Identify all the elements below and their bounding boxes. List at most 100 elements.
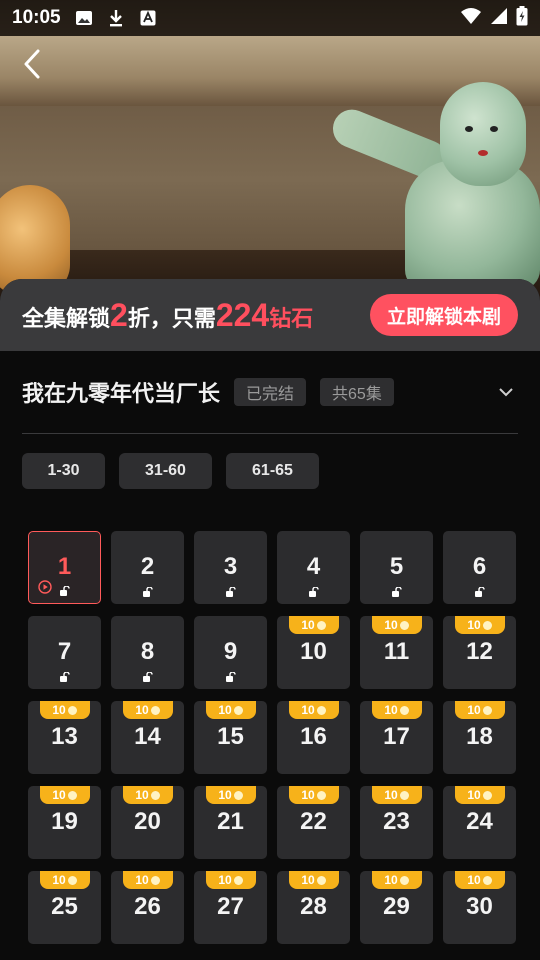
coin-price-badge: 10 xyxy=(205,701,256,719)
coin-price: 10 xyxy=(135,703,149,717)
promo-discount-suffix: 折，只需 xyxy=(127,305,216,331)
episode-number: 22 xyxy=(300,807,327,835)
video-player[interactable] xyxy=(0,0,540,300)
episode-25[interactable]: 25 10 xyxy=(28,871,101,944)
coin-icon xyxy=(482,620,492,630)
coin-price: 10 xyxy=(135,788,149,802)
coin-price-badge: 10 xyxy=(454,616,505,634)
coin-price-badge: 10 xyxy=(371,871,422,889)
episode-number: 6 xyxy=(472,552,487,580)
episode-10[interactable]: 10 10 xyxy=(277,616,350,689)
coin-price-badge: 10 xyxy=(454,701,505,719)
coin-price-badge: 10 xyxy=(371,786,422,804)
episode-number: 8 xyxy=(140,637,155,665)
episode-number: 4 xyxy=(306,552,321,580)
range-tab-31-60[interactable]: 31-60 xyxy=(119,453,212,489)
drama-header: 我在九零年代当厂长 已完结 共65集 xyxy=(22,374,518,410)
coin-price: 10 xyxy=(301,788,315,802)
coin-price: 10 xyxy=(52,703,66,717)
episode-26[interactable]: 26 10 xyxy=(111,871,184,944)
episode-number: 5 xyxy=(389,552,404,580)
episode-number: 13 xyxy=(51,722,78,750)
episode-30[interactable]: 30 10 xyxy=(443,871,516,944)
episode-13[interactable]: 13 10 xyxy=(28,701,101,774)
episode-4[interactable]: 4 xyxy=(277,531,350,604)
status-bar: 10:05 xyxy=(0,0,540,36)
episode-12[interactable]: 12 10 xyxy=(443,616,516,689)
episode-number: 29 xyxy=(383,892,410,920)
episode-number: 18 xyxy=(466,722,493,750)
playing-icon xyxy=(38,580,52,594)
coin-price-badge: 10 xyxy=(454,871,505,889)
episode-3[interactable]: 3 xyxy=(194,531,267,604)
promo-price: 224 xyxy=(215,296,270,333)
episode-1[interactable]: 1 xyxy=(28,531,101,604)
coin-icon xyxy=(316,790,326,800)
coin-price: 10 xyxy=(467,873,481,887)
coin-price: 10 xyxy=(301,873,315,887)
divider xyxy=(22,433,518,434)
coin-price: 10 xyxy=(467,618,481,632)
range-tab-61-65[interactable]: 61-65 xyxy=(226,453,319,489)
episode-number: 2 xyxy=(140,552,155,580)
range-tab-1-30[interactable]: 1-30 xyxy=(22,453,105,489)
episode-grid: 1 2 3 4 5 6 7 8 9 10 10 11 10 12 10 13 10 14 10 15 10 16 10 17 1… xyxy=(28,531,516,944)
episode-23[interactable]: 23 10 xyxy=(360,786,433,859)
episode-29[interactable]: 29 10 xyxy=(360,871,433,944)
episode-number: 27 xyxy=(217,892,244,920)
coin-price-badge: 10 xyxy=(122,871,173,889)
unlock-all-button[interactable]: 立即解锁本剧 xyxy=(370,294,518,336)
episode-9[interactable]: 9 xyxy=(194,616,267,689)
episode-14[interactable]: 14 10 xyxy=(111,701,184,774)
episode-21[interactable]: 21 10 xyxy=(194,786,267,859)
episode-24[interactable]: 24 10 xyxy=(443,786,516,859)
episode-5[interactable]: 5 xyxy=(360,531,433,604)
episode-27[interactable]: 27 10 xyxy=(194,871,267,944)
episode-number: 17 xyxy=(383,722,410,750)
coin-price-badge: 10 xyxy=(39,786,90,804)
episode-20[interactable]: 20 10 xyxy=(111,786,184,859)
coin-price: 10 xyxy=(467,788,481,802)
promo-prefix: 全集解锁 xyxy=(22,305,111,331)
coin-price: 10 xyxy=(218,873,232,887)
unlocked-icon xyxy=(142,672,153,682)
episode-2[interactable]: 2 xyxy=(111,531,184,604)
episode-number: 9 xyxy=(223,637,238,665)
episode-count-badge: 共65集 xyxy=(320,378,394,406)
episode-22[interactable]: 22 10 xyxy=(277,786,350,859)
coin-icon xyxy=(233,875,243,885)
episode-17[interactable]: 17 10 xyxy=(360,701,433,774)
episode-6[interactable]: 6 xyxy=(443,531,516,604)
coin-price-badge: 10 xyxy=(205,786,256,804)
coin-price-badge: 10 xyxy=(371,701,422,719)
episode-8[interactable]: 8 xyxy=(111,616,184,689)
collapse-button[interactable] xyxy=(494,380,518,404)
drama-title: 我在九零年代当厂长 xyxy=(22,381,221,406)
coin-icon xyxy=(482,705,492,715)
coin-icon xyxy=(150,875,160,885)
coin-price: 10 xyxy=(218,788,232,802)
coin-price: 10 xyxy=(301,703,315,717)
coin-icon xyxy=(482,790,492,800)
doll-mouth xyxy=(478,150,488,156)
coin-price: 10 xyxy=(384,703,398,717)
coin-icon xyxy=(233,705,243,715)
episode-number: 16 xyxy=(300,722,327,750)
episode-19[interactable]: 19 10 xyxy=(28,786,101,859)
range-tabs: 1-30 31-60 61-65 xyxy=(22,453,319,489)
episode-15[interactable]: 15 10 xyxy=(194,701,267,774)
coin-price-badge: 10 xyxy=(371,616,422,634)
episode-16[interactable]: 16 10 xyxy=(277,701,350,774)
back-button[interactable] xyxy=(14,44,50,84)
unlock-promo-bar: 全集解锁 2 折，只需 224 钻石 立即解锁本剧 xyxy=(0,279,540,351)
unlocked-icon xyxy=(391,587,402,597)
coin-price: 10 xyxy=(135,873,149,887)
episode-28[interactable]: 28 10 xyxy=(277,871,350,944)
promo-price-suffix: 钻石 xyxy=(269,305,314,331)
episode-number: 30 xyxy=(466,892,493,920)
episode-11[interactable]: 11 10 xyxy=(360,616,433,689)
battery-charging-icon xyxy=(516,5,528,31)
episode-18[interactable]: 18 10 xyxy=(443,701,516,774)
episode-number: 7 xyxy=(57,637,72,665)
episode-7[interactable]: 7 xyxy=(28,616,101,689)
